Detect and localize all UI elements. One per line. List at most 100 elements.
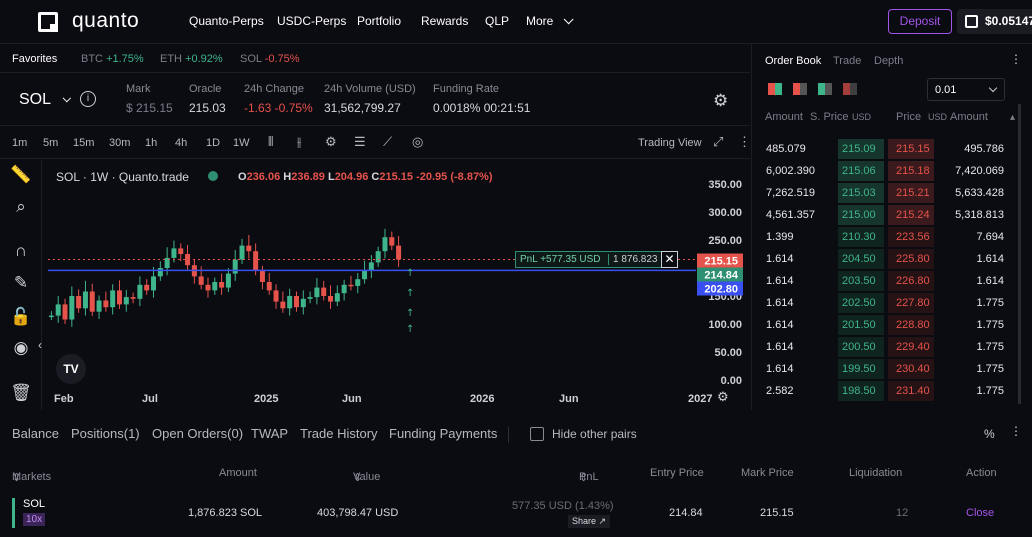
- order-book-row[interactable]: 1.614 202.50 227.80 1.775: [752, 292, 1022, 314]
- change-value: -1.63 -0.75%: [244, 101, 313, 115]
- order-book-row[interactable]: 1.614 200.50 229.40 1.775: [752, 336, 1022, 358]
- funding-value: 0.0018% 00:21:51: [433, 101, 530, 115]
- share-button[interactable]: Share ↗: [568, 515, 611, 528]
- chart-toolbar: 1m 5m 15m 30m 1h 4h 1D 1W ⫴ ⫲ ⚙ ☰ ⟋ ◎ Tr…: [0, 127, 751, 159]
- chevron-left-icon[interactable]: ‹: [38, 338, 42, 352]
- nav-more[interactable]: More: [526, 14, 574, 28]
- nav-usdc-perps[interactable]: USDC-Perps: [277, 14, 346, 28]
- ruler-icon[interactable]: 📏: [10, 164, 32, 186]
- tab-positions[interactable]: Positions(1): [71, 426, 140, 441]
- timeframe-1h[interactable]: 1h: [145, 137, 157, 149]
- view-alt-icon[interactable]: [843, 83, 857, 95]
- gear-icon[interactable]: ⚙: [717, 389, 729, 405]
- info-icon[interactable]: i: [80, 91, 96, 107]
- order-book-row[interactable]: 2.582 198.50 231.40 1.775: [752, 380, 1022, 402]
- bid-price: 215.06: [842, 165, 876, 177]
- candle-body: [253, 251, 259, 271]
- candle-type-icon[interactable]: ⫴: [268, 134, 273, 150]
- nav-more-label: More: [526, 14, 554, 28]
- order-book-row[interactable]: 1.614 204.50 225.80 1.614: [752, 248, 1022, 270]
- candle-body: [96, 300, 102, 312]
- view-asks-icon[interactable]: [793, 83, 807, 95]
- nav-rewards[interactable]: Rewards: [421, 14, 468, 28]
- close-icon[interactable]: ✕: [661, 251, 678, 268]
- eye-icon[interactable]: ◉: [10, 337, 32, 359]
- candle-body: [232, 259, 238, 274]
- magnet-icon[interactable]: ∩: [10, 240, 32, 262]
- lock-icon[interactable]: 🔓: [10, 306, 32, 328]
- mark-value: $ 215.15: [126, 101, 173, 115]
- ask-amount: 7.694: [976, 231, 1004, 243]
- order-book-row[interactable]: 1.399 210.30 223.56 7.694: [752, 226, 1022, 248]
- tab-order-book[interactable]: Order Book: [765, 55, 821, 67]
- favorite-eth[interactable]: ETH +0.92%: [160, 53, 223, 65]
- trading-view-link[interactable]: Trading View: [638, 137, 702, 149]
- price-chart[interactable]: 350.00300.00250.00200.00150.00100.0050.0…: [38, 160, 750, 410]
- view-both-icon[interactable]: [768, 83, 782, 95]
- ask-amount: 1.775: [976, 319, 1004, 331]
- chevron-down-icon: [988, 83, 998, 93]
- nav-quanto-perps[interactable]: Quanto-Perps: [189, 14, 264, 28]
- tick-size-select[interactable]: 0.01: [927, 78, 1005, 101]
- tab-twap[interactable]: TWAP: [251, 426, 288, 441]
- order-book-row[interactable]: 1.614 203.50 226.80 1.614: [752, 270, 1022, 292]
- ask-price: 215.24: [896, 209, 930, 221]
- order-book-row[interactable]: 485.079 215.09 215.15 495.786: [752, 138, 1022, 160]
- timeframe-15m[interactable]: 15m: [73, 137, 94, 149]
- symbol-selector[interactable]: SOL: [19, 91, 71, 109]
- view-bids-icon[interactable]: [818, 83, 832, 95]
- percent-toggle[interactable]: %: [984, 427, 995, 441]
- nav-qlp[interactable]: QLP: [485, 14, 509, 28]
- candle-body: [368, 262, 374, 271]
- oracle-label: Oracle: [189, 83, 222, 95]
- order-book-row[interactable]: 7,262.519 215.03 215.21 5,633.428: [752, 182, 1022, 204]
- camera-icon[interactable]: ◎: [412, 134, 423, 150]
- y-tick-label: 300.00: [708, 207, 742, 219]
- pnl-box[interactable]: PnL +577.35 USD 1 876.823: [515, 251, 678, 268]
- position-market[interactable]: SOL: [23, 498, 45, 510]
- ob-scroll-up-icon[interactable]: ▴: [1010, 112, 1015, 123]
- logo-icon[interactable]: [38, 12, 58, 32]
- timeframe-30m[interactable]: 30m: [109, 137, 130, 149]
- order-book-row[interactable]: 6,002.390 215.06 215.18 7,420.069: [752, 160, 1022, 182]
- order-book-row[interactable]: 1.614 201.50 228.80 1.775: [752, 314, 1022, 336]
- drag-handle-icon[interactable]: ⋮: [1010, 52, 1022, 66]
- bid-amount: 4,561.357: [766, 209, 815, 221]
- wallet-balance-button[interactable]: $0.05147: [957, 9, 1032, 34]
- tab-trade-history[interactable]: Trade History: [300, 426, 378, 441]
- brand-name[interactable]: quanto: [72, 9, 139, 33]
- deposit-button[interactable]: Deposit: [888, 9, 952, 34]
- settings-icon[interactable]: ⚙: [325, 134, 337, 150]
- favorite-btc[interactable]: BTC +1.75%: [81, 53, 144, 65]
- zoom-icon[interactable]: ⌕: [10, 196, 32, 218]
- close-position-button[interactable]: Close: [966, 507, 994, 519]
- candle-body: [89, 291, 95, 312]
- favorite-sol[interactable]: SOL -0.75%: [240, 53, 300, 65]
- th-action: Action: [966, 467, 997, 479]
- nav-portfolio[interactable]: Portfolio: [357, 14, 401, 28]
- gear-icon[interactable]: ⚙: [713, 91, 728, 111]
- trash-icon[interactable]: 🗑: [10, 382, 32, 404]
- compare-icon[interactable]: ⫲: [297, 134, 301, 150]
- hide-pairs-checkbox[interactable]: [530, 427, 544, 441]
- scrollbar[interactable]: [1018, 104, 1021, 404]
- tab-depth[interactable]: Depth: [874, 55, 903, 67]
- drag-handle-icon[interactable]: ⋮: [1010, 424, 1022, 438]
- tab-balance[interactable]: Balance: [12, 426, 59, 441]
- indicators-icon[interactable]: ☰: [354, 134, 366, 150]
- chart-canvas[interactable]: 350.00300.00250.00200.00150.00100.0050.0…: [42, 160, 750, 410]
- tab-open-orders[interactable]: Open Orders(0): [152, 426, 243, 441]
- timeframe-1d[interactable]: 1D: [206, 137, 220, 149]
- order-book-row[interactable]: 1.614 199.50 230.40 1.775: [752, 358, 1022, 380]
- chart-line-icon[interactable]: ⟋: [383, 134, 392, 150]
- order-book-row[interactable]: 4,561.357 215.00 215.24 5,318.813: [752, 204, 1022, 226]
- fullscreen-icon[interactable]: ⤢: [713, 134, 723, 150]
- timeframe-5m[interactable]: 5m: [43, 137, 58, 149]
- drag-handle-icon[interactable]: ⋮: [738, 134, 751, 150]
- tab-trade[interactable]: Trade: [833, 55, 861, 67]
- timeframe-4h[interactable]: 4h: [175, 137, 187, 149]
- timeframe-1m[interactable]: 1m: [12, 137, 27, 149]
- pencil-lock-icon[interactable]: ✎: [10, 272, 32, 294]
- timeframe-1w[interactable]: 1W: [233, 137, 250, 149]
- tab-funding-payments[interactable]: Funding Payments: [389, 426, 497, 441]
